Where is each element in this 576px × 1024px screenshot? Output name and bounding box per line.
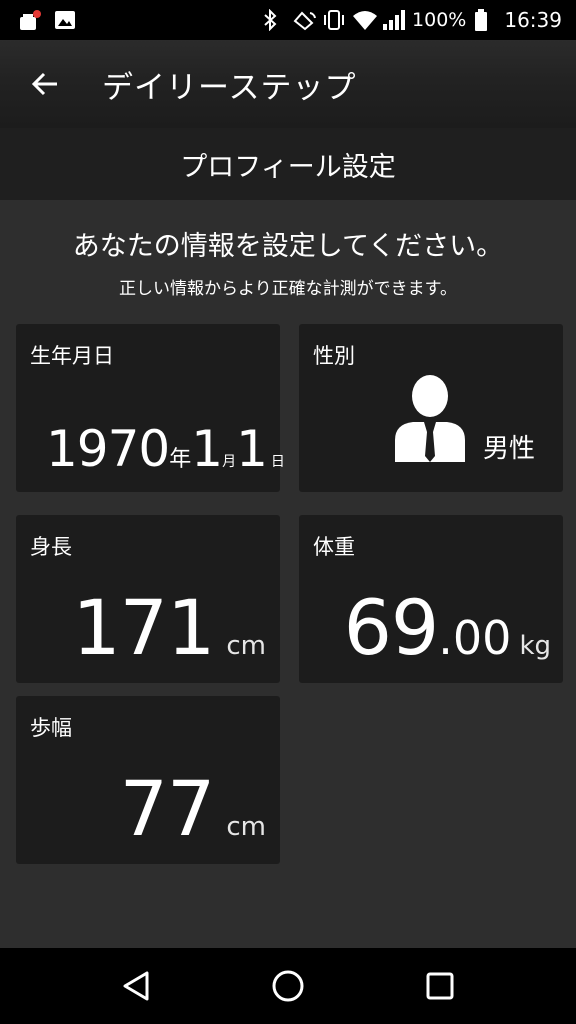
- stride-value: 77: [119, 764, 216, 853]
- notification-app-icon: [18, 9, 41, 31]
- gallery-icon: [54, 9, 76, 31]
- app-bar: デイリーステップ: [0, 40, 576, 128]
- recents-square-icon: [426, 972, 454, 1000]
- vibrate-icon: [322, 9, 345, 31]
- status-bar: 100% 16:39: [0, 0, 576, 40]
- gender-value: 男性: [483, 434, 536, 464]
- height-card[interactable]: 身長 171 cm: [16, 515, 280, 683]
- home-circle-icon: [272, 970, 304, 1002]
- stride-value-row: 77 cm: [120, 764, 266, 853]
- status-left: [18, 9, 76, 31]
- intro-subtitle: 正しい情報からより正確な計測ができます。: [119, 279, 457, 299]
- gender-card[interactable]: 性別 男性: [299, 324, 563, 492]
- birthday-month-unit: 月: [222, 454, 237, 470]
- height-unit: cm: [226, 631, 266, 661]
- status-right: 100% 16:39: [262, 8, 562, 32]
- arrow-left-icon: [31, 72, 57, 96]
- birthday-month: 1: [191, 420, 223, 478]
- height-value: 171: [72, 583, 215, 672]
- back-triangle-icon: [123, 971, 149, 1001]
- page-title: プロフィール設定: [0, 128, 576, 200]
- stride-unit: cm: [226, 812, 266, 842]
- birthday-year-unit: 年: [169, 447, 192, 472]
- app-title: デイリーステップ: [102, 69, 357, 106]
- weight-unit: kg: [519, 631, 551, 661]
- height-value-row: 171 cm: [72, 583, 266, 672]
- birthday-year: 1970: [46, 420, 170, 478]
- birthday-card[interactable]: 生年月日 1970 年 1 月 1 日: [16, 324, 285, 492]
- nav-back-button[interactable]: [96, 948, 176, 1024]
- signal-icon: [382, 9, 406, 31]
- battery-percent: 100%: [412, 9, 467, 31]
- stride-label: 歩幅: [30, 716, 72, 740]
- birthday-label: 生年月日: [30, 344, 114, 368]
- nav-home-button[interactable]: [248, 948, 328, 1024]
- back-button[interactable]: [0, 40, 90, 128]
- clock: 16:39: [504, 8, 562, 32]
- birthday-value: 1970 年 1 月 1 日: [46, 420, 285, 478]
- bluetooth-icon: [262, 8, 284, 32]
- battery-icon: [474, 9, 488, 31]
- wifi-icon: [352, 9, 378, 31]
- stride-card[interactable]: 歩幅 77 cm: [16, 696, 280, 864]
- main-content: あなたの情報を設定してください。 正しい情報からより正確な計測ができます。 生年…: [0, 200, 576, 948]
- gender-label: 性別: [313, 344, 355, 368]
- intro-title: あなたの情報を設定してください。: [72, 231, 504, 262]
- weight-card[interactable]: 体重 69 .00 kg: [299, 515, 563, 683]
- weight-integer: 69: [343, 583, 440, 672]
- male-person-icon: [395, 375, 465, 462]
- weight-label: 体重: [313, 535, 355, 559]
- birthday-day: 1: [236, 420, 268, 478]
- nfc-icon: [292, 9, 317, 31]
- nav-recents-button[interactable]: [400, 948, 480, 1024]
- birthday-day-unit: 日: [270, 454, 285, 470]
- system-nav-bar: [0, 948, 576, 1024]
- height-label: 身長: [30, 535, 72, 559]
- weight-value-row: 69 .00 kg: [344, 583, 551, 672]
- weight-decimal: .00: [438, 611, 512, 665]
